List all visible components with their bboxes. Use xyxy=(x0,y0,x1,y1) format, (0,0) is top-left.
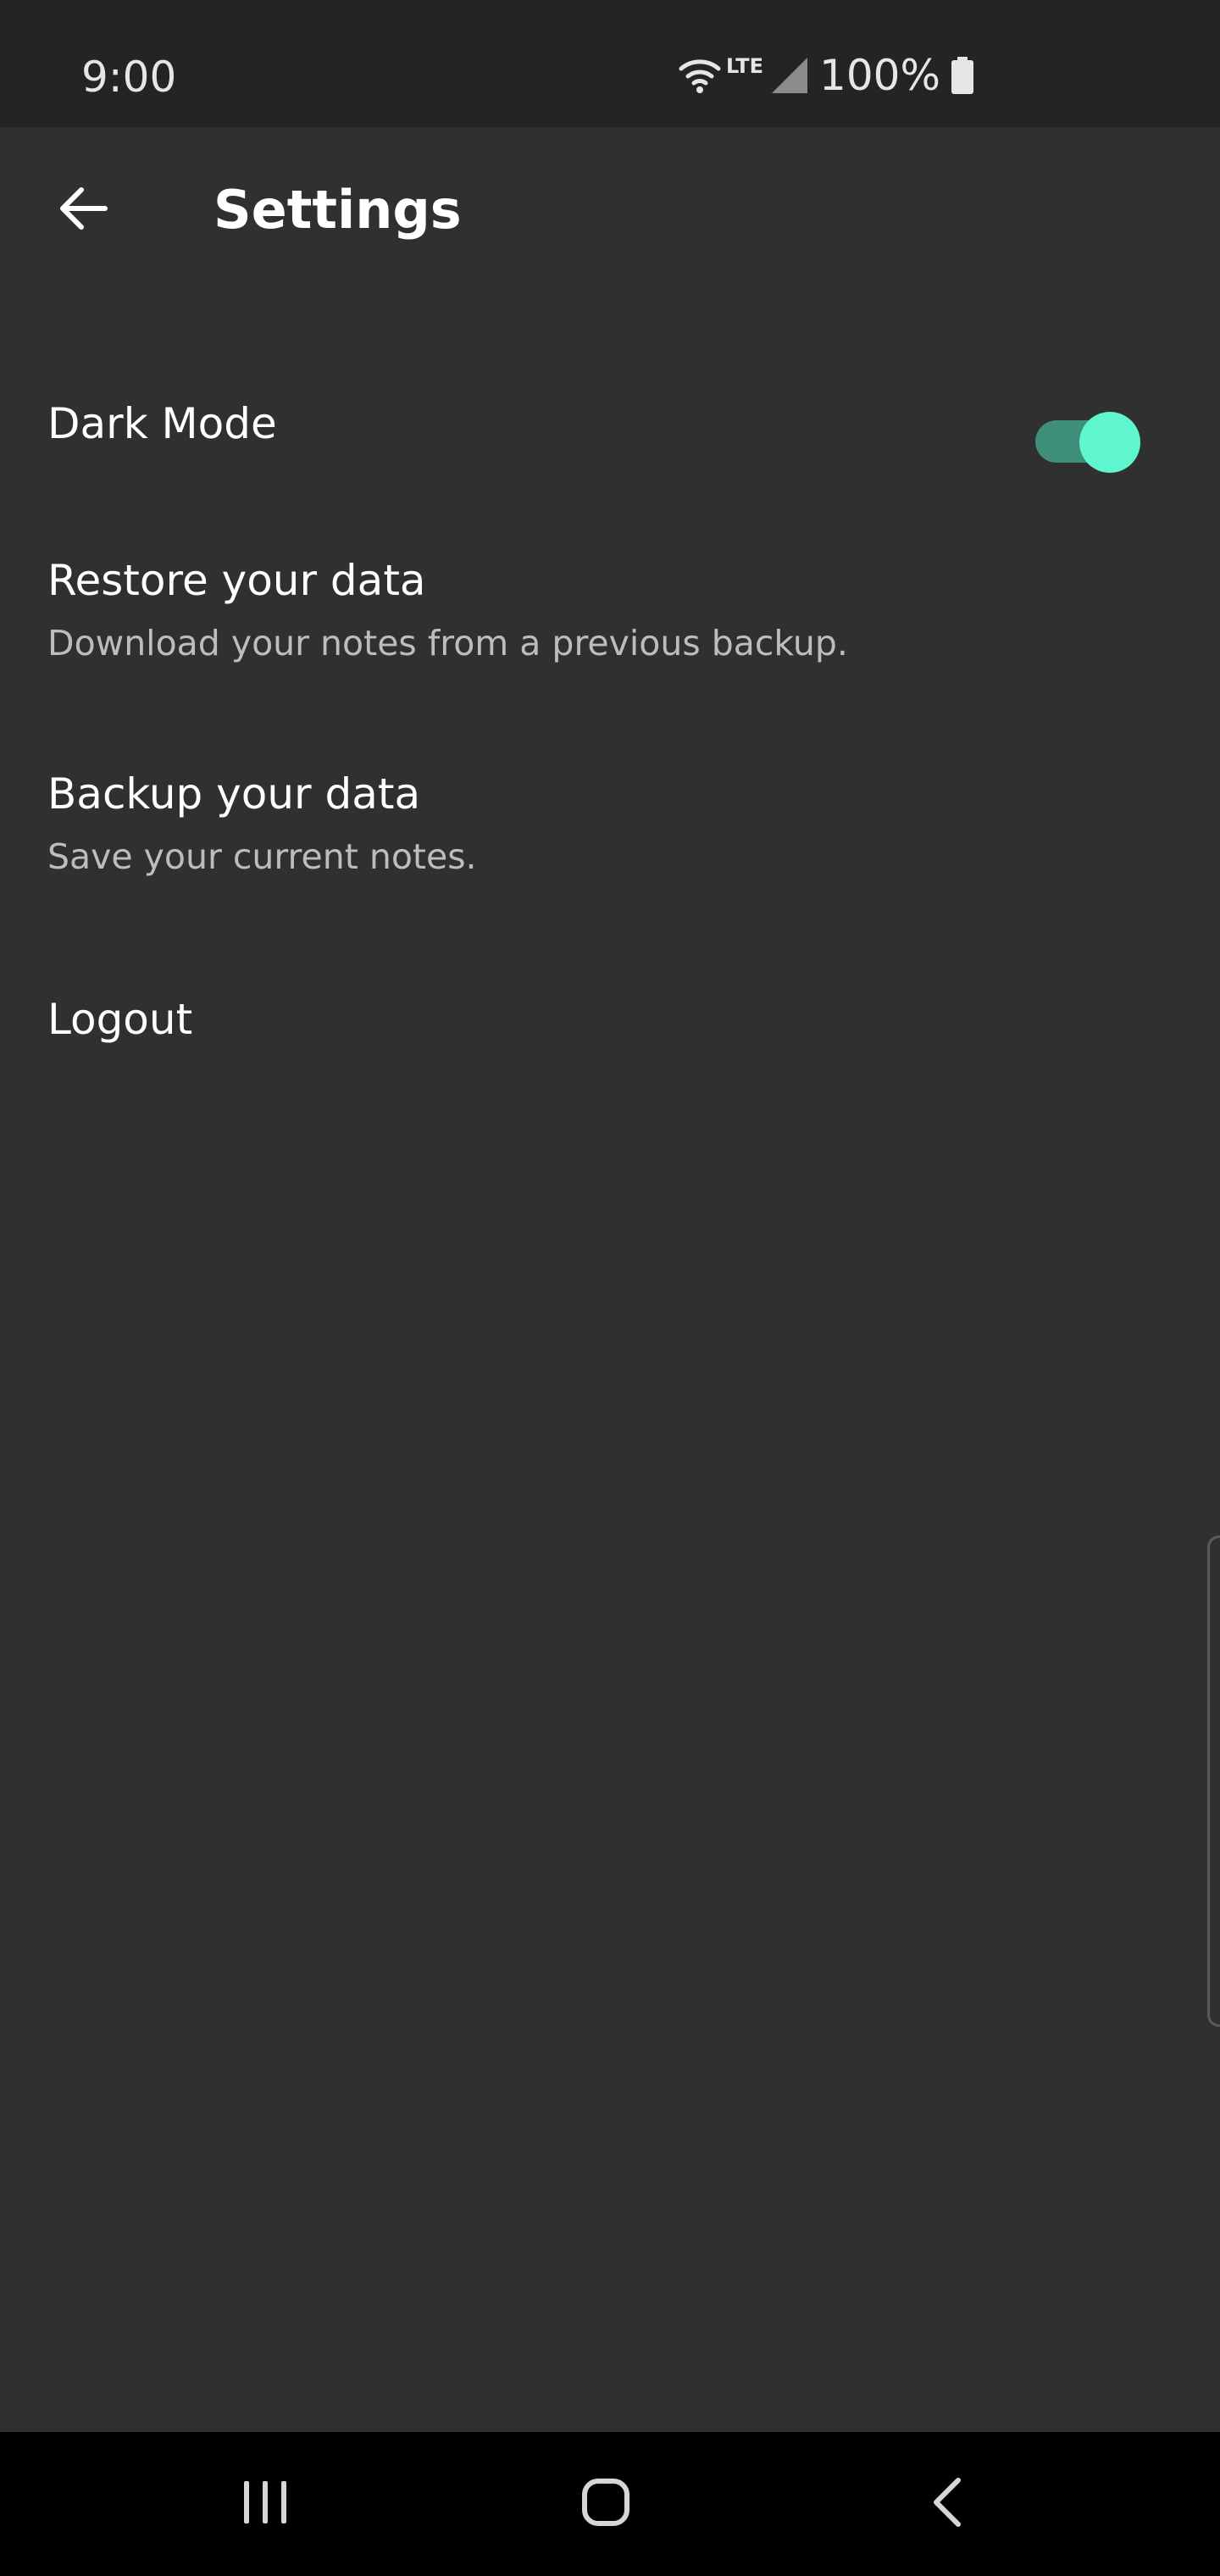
signal-icon xyxy=(770,56,809,95)
toggle-thumb xyxy=(1079,412,1140,473)
restore-data-subtitle: Download your notes from a previous back… xyxy=(47,623,848,663)
status-bar: 9:00 LTE 100% xyxy=(0,0,1220,127)
lte-label: LTE xyxy=(725,54,764,78)
backup-data-row[interactable]: Backup your data Save your current notes… xyxy=(0,746,1220,898)
logout-row[interactable]: Logout xyxy=(0,974,1220,1085)
back-button[interactable] xyxy=(42,169,124,251)
navigation-bar xyxy=(0,2432,1220,2576)
nav-back-button[interactable] xyxy=(862,2432,1031,2576)
settings-screen: 9:00 LTE 100% Settings Dark Mode Restore… xyxy=(0,0,1220,2576)
backup-data-subtitle: Save your current notes. xyxy=(47,836,477,877)
restore-data-row[interactable]: Restore your data Download your notes fr… xyxy=(0,534,1220,686)
status-icons: LTE 100% xyxy=(679,46,974,105)
battery-icon xyxy=(951,57,974,94)
logout-label: Logout xyxy=(47,995,193,1044)
page-title: Settings xyxy=(214,179,462,241)
recent-apps-button[interactable] xyxy=(180,2432,350,2576)
back-icon xyxy=(928,2475,965,2533)
status-time: 9:00 xyxy=(81,53,177,102)
arrow-back-icon xyxy=(56,181,110,239)
edge-panel-handle[interactable] xyxy=(1207,1535,1220,2027)
battery-percent: 100% xyxy=(819,51,940,100)
home-button[interactable] xyxy=(521,2432,690,2576)
recent-apps-icon xyxy=(240,2479,291,2529)
dark-mode-toggle[interactable] xyxy=(1032,403,1144,473)
app-bar: Settings xyxy=(0,127,1220,293)
dark-mode-label: Dark Mode xyxy=(47,399,277,448)
home-icon xyxy=(580,2477,631,2531)
dark-mode-row[interactable]: Dark Mode xyxy=(0,364,1220,483)
backup-data-title: Backup your data xyxy=(47,769,421,819)
wifi-icon xyxy=(679,57,721,94)
restore-data-title: Restore your data xyxy=(47,556,426,605)
